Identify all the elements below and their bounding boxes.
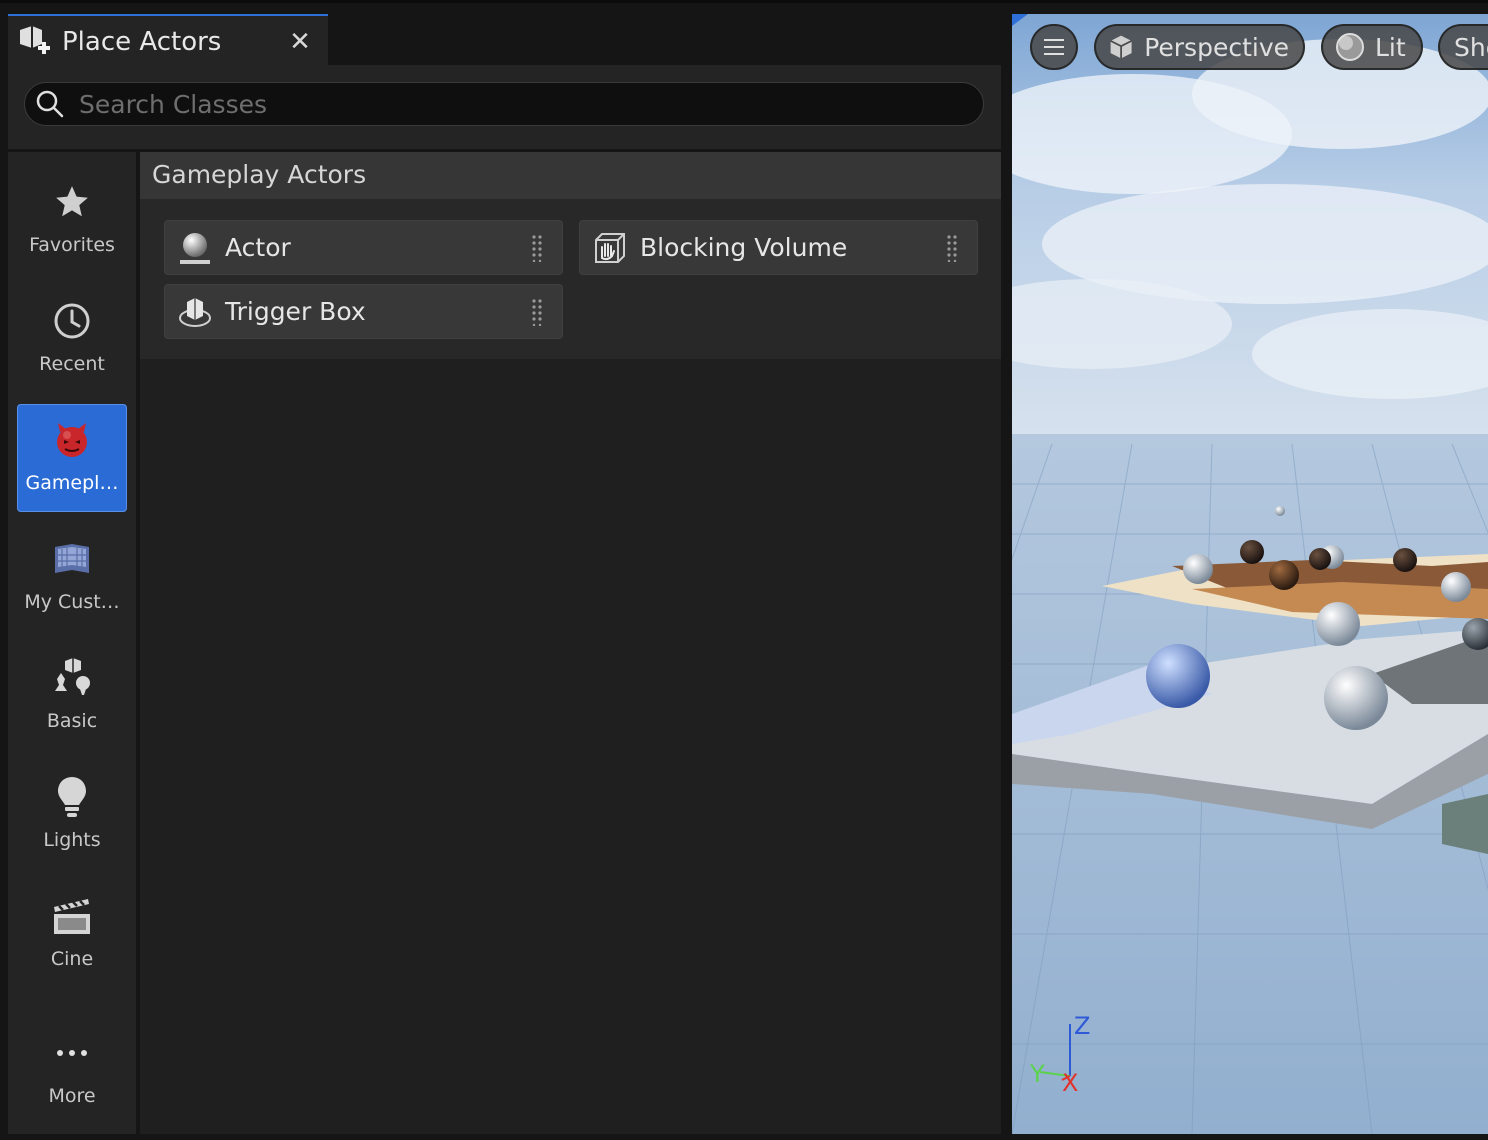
lit-label: Lit [1375,32,1406,62]
category-label: Lights [43,829,101,851]
blocking-volume-icon [595,232,625,263]
actor-item-trigger-box[interactable]: Trigger Box [164,284,563,339]
drag-handle-icon[interactable] [530,234,544,262]
category-cine[interactable]: Cine [17,880,127,988]
star-icon [50,180,94,224]
basic-icon [50,656,94,700]
actor-item-label: Blocking Volume [640,233,848,262]
actor-item-label: Trigger Box [225,297,366,326]
more-icon [50,1031,94,1075]
perspective-label: Perspective [1144,32,1289,62]
show-label: Sho [1454,32,1488,62]
actor-sphere-icon [180,232,210,264]
category-label: My Cust… [24,591,120,613]
clapperboard-icon [50,894,94,938]
category-sidebar: Favorites Recent Gamepl… My Cust… Basic … [8,152,136,1134]
search-icon [36,90,64,118]
category-label: Basic [46,710,98,732]
custom-icon [50,537,94,581]
drag-handle-icon[interactable] [530,298,544,326]
viewport-scene[interactable] [1012,14,1488,1134]
clock-icon [50,299,94,343]
category-lights[interactable]: Lights [17,761,127,869]
category-basic[interactable]: Basic [17,642,127,750]
search-input[interactable] [77,88,961,120]
axis-x-label: X [1062,1069,1079,1097]
category-favorites[interactable]: Favorites [17,166,127,274]
category-label: Favorites [29,234,115,256]
category-label: Cine [50,948,94,970]
search-box[interactable] [24,82,984,126]
category-gameplay[interactable]: Gamepl… [17,404,127,512]
axis-y-label: Y [1030,1060,1045,1088]
gameplay-icon [50,418,94,462]
axis-z-label: Z [1074,1012,1091,1040]
search-bar-container [8,65,1001,149]
hamburger-menu-icon [1044,39,1064,55]
lightbulb-icon [50,775,94,819]
level-viewport[interactable]: Z Y X Perspective Lit Sho [1012,14,1488,1134]
category-more[interactable]: More [17,1017,127,1125]
actor-item-blocking-volume[interactable]: Blocking Volume [579,220,978,275]
actor-item-actor[interactable]: Actor [164,220,563,275]
place-actors-icon [20,25,50,54]
actor-items-grid: Actor Blocking Volume Trigger Box [140,199,1001,359]
viewport-menu-button[interactable] [1030,24,1078,70]
tab-bar: Place Actors ✕ [0,3,1003,67]
perspective-cube-icon [1110,35,1132,59]
category-my-custom[interactable]: My Cust… [17,523,127,631]
actor-list-panel: Gameplay Actors Actor Blocking Volume Tr… [140,152,1001,1134]
drag-handle-icon[interactable] [945,234,959,262]
category-label: More [48,1085,96,1107]
category-label: Gamepl… [25,472,119,494]
close-tab-button[interactable]: ✕ [280,22,320,62]
category-label: Recent [39,353,105,375]
tab-title: Place Actors [62,26,222,57]
tab-place-actors[interactable]: Place Actors ✕ [8,14,328,67]
lit-button[interactable]: Lit [1321,24,1423,70]
show-button[interactable]: Sho [1438,24,1488,70]
perspective-button[interactable]: Perspective [1094,24,1305,70]
section-header: Gameplay Actors [140,152,1001,199]
trigger-box-icon [179,297,211,327]
actor-item-label: Actor [225,233,291,262]
section-title: Gameplay Actors [152,160,367,189]
lit-sphere-icon [1336,33,1364,61]
category-recent[interactable]: Recent [17,285,127,393]
